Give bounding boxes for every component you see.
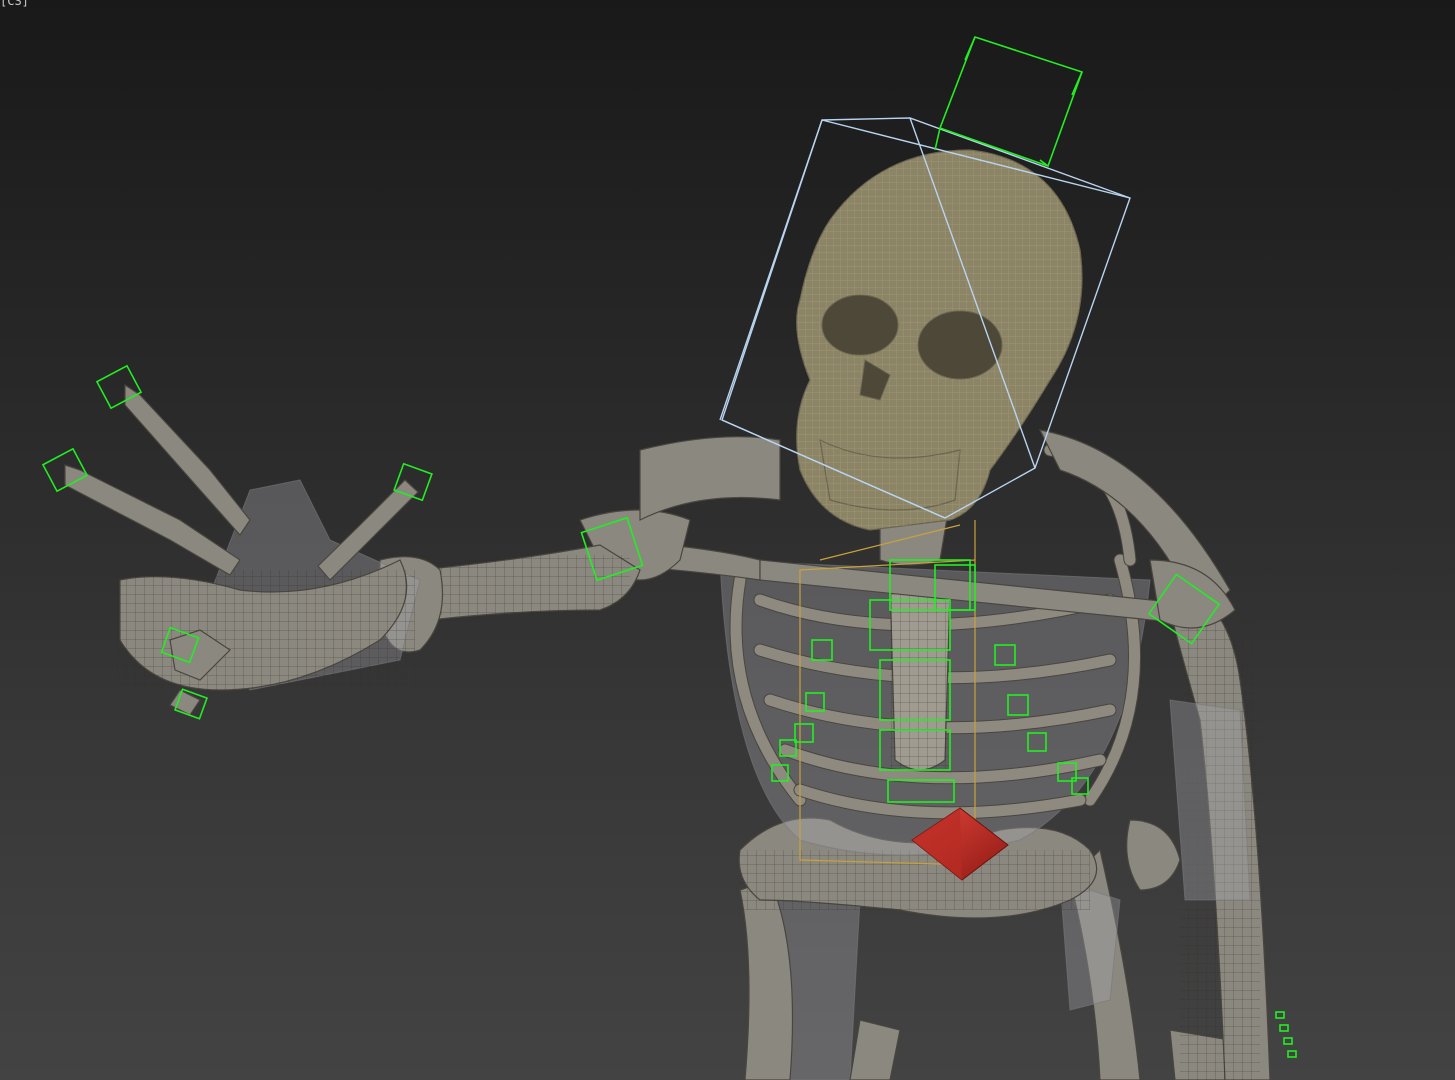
skull[interactable] [796,149,1083,531]
eye-socket-left [821,294,899,356]
head-control[interactable] [934,36,1084,168]
foot-control-markers[interactable] [1275,1011,1297,1058]
3d-viewport[interactable]: [CS] [0,0,1455,1080]
scene-canvas[interactable] [0,0,1455,1080]
right-arm[interactable] [1169,589,1271,1080]
eye-socket-right [917,310,1003,380]
